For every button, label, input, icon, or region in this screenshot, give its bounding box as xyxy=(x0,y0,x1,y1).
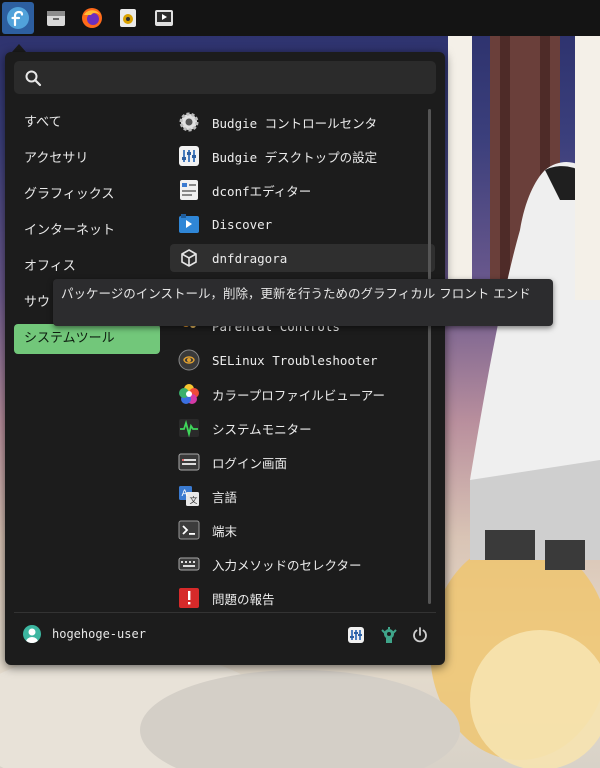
app-selinux-troubleshooter[interactable]: SELinux Troubleshooter xyxy=(170,346,435,374)
app-label: 入力メソッドのセレクター xyxy=(212,557,362,573)
language-icon: A 文 xyxy=(179,486,199,506)
app-label: システムモニター xyxy=(212,421,312,437)
app-dnfdragora[interactable]: dnfdragora xyxy=(170,244,435,272)
category-accessories[interactable]: アクセサリ xyxy=(14,144,160,174)
app-label: 問題の報告 xyxy=(212,591,275,607)
avatar xyxy=(23,625,41,643)
search-input[interactable] xyxy=(50,66,424,90)
video-player-icon xyxy=(155,10,173,26)
file-manager-icon xyxy=(47,11,65,26)
app-system-monitor[interactable]: システムモニター xyxy=(170,414,435,442)
file-manager-launcher[interactable] xyxy=(40,2,72,34)
app-label: 端末 xyxy=(212,523,238,539)
app-list-scrollbar[interactable] xyxy=(428,109,431,604)
lock-button[interactable] xyxy=(379,625,399,645)
app-label: Budgie デスクトップの設定 xyxy=(212,149,378,165)
app-label: カラープロファイルビューアー xyxy=(212,387,386,403)
category-all[interactable]: すべて xyxy=(14,108,160,138)
app-budgie-control-center[interactable]: Budgie コントロールセンタ xyxy=(170,108,435,136)
app-budgie-desktop-settings[interactable]: Budgie デスクトップの設定 xyxy=(170,142,435,170)
app-terminal[interactable]: 端末 xyxy=(170,516,435,544)
desktop-settings-icon xyxy=(179,146,199,166)
video-player-launcher[interactable] xyxy=(148,2,180,34)
category-graphics[interactable]: グラフィックス xyxy=(14,180,160,210)
app-label: 言語 xyxy=(212,489,238,505)
app-login-screen[interactable]: ログイン画面 xyxy=(170,448,435,476)
app-tooltip: パッケージのインストール，削除，更新を行うためのグラフィカル フロント エンド xyxy=(53,279,553,326)
top-panel xyxy=(0,0,600,36)
app-label: ログイン画面 xyxy=(212,455,288,471)
user-icon xyxy=(26,628,38,643)
fedora-logo-icon xyxy=(7,7,29,29)
app-label: Budgie コントロールセンタ xyxy=(212,115,378,131)
app-language[interactable]: A 文 言語 xyxy=(170,482,435,510)
search-box[interactable] xyxy=(14,61,436,94)
terminal-icon xyxy=(178,520,200,540)
budgie-app-menu: すべて アクセサリ グラフィックス インターネット オフィス サウ システムツー… xyxy=(5,52,445,665)
rhythmbox-launcher[interactable] xyxy=(112,2,144,34)
power-icon xyxy=(413,627,427,643)
app-discover[interactable]: Discover xyxy=(170,210,435,238)
svg-text:A: A xyxy=(182,489,189,499)
username-label: hogehoge-user xyxy=(52,627,146,641)
firefox-icon xyxy=(82,8,102,28)
footer-divider xyxy=(14,612,436,613)
category-internet[interactable]: インターネット xyxy=(14,216,160,246)
power-button[interactable] xyxy=(410,625,430,645)
search-icon xyxy=(25,70,42,87)
gear-icon xyxy=(179,112,199,132)
firefox-launcher[interactable] xyxy=(76,2,108,34)
menu-pointer xyxy=(12,44,26,52)
category-system-tools[interactable]: システムツール xyxy=(14,324,160,354)
app-label: dnfdragora xyxy=(212,250,288,266)
input-method-icon xyxy=(178,557,200,571)
app-label: SELinux Troubleshooter xyxy=(212,352,378,368)
app-menu-button[interactable] xyxy=(2,2,34,34)
package-icon xyxy=(181,249,197,267)
rhythmbox-icon xyxy=(120,9,136,27)
app-label: Discover xyxy=(212,216,273,232)
app-color-profile-viewer[interactable]: カラープロファイルビューアー xyxy=(170,380,435,408)
app-input-method-selector[interactable]: 入力メソッドのセレクター xyxy=(170,550,435,578)
login-screen-icon xyxy=(178,453,200,471)
selinux-icon xyxy=(178,349,200,371)
app-label: dconfエディター xyxy=(212,183,312,199)
color-profile-icon xyxy=(179,384,199,404)
dconf-editor-icon xyxy=(180,180,198,200)
settings-icon xyxy=(348,627,364,643)
user-button[interactable]: hogehoge-user xyxy=(23,625,146,643)
app-problem-reporting[interactable]: 問題の報告 xyxy=(170,584,435,612)
app-dconf-editor[interactable]: dconfエディター xyxy=(170,176,435,204)
problem-report-icon xyxy=(179,588,199,608)
system-monitor-icon xyxy=(179,419,199,438)
settings-button[interactable] xyxy=(346,625,366,645)
category-office[interactable]: オフィス xyxy=(14,252,160,282)
svg-text:文: 文 xyxy=(190,495,198,505)
discover-icon xyxy=(179,214,199,233)
lock-icon xyxy=(381,627,397,643)
